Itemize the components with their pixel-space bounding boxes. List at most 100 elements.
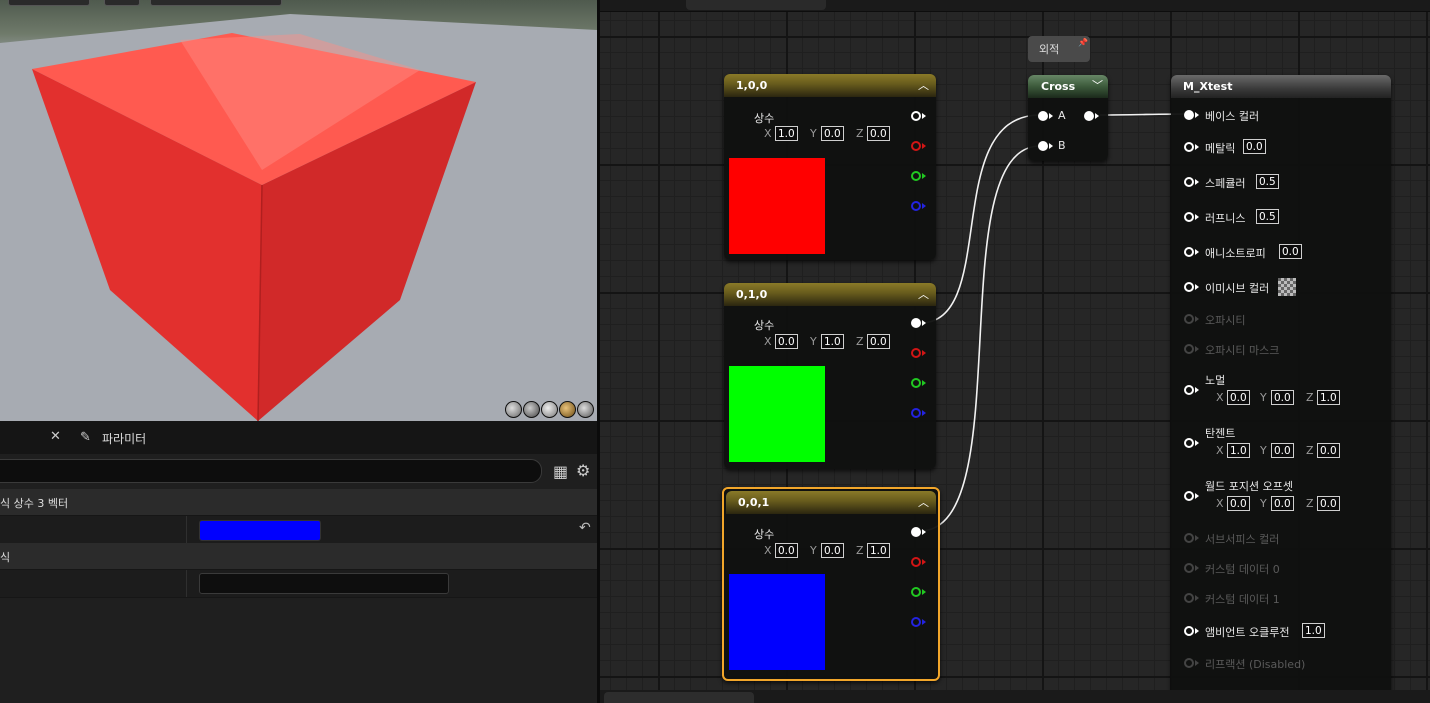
pin-arrow-icon — [1095, 113, 1099, 119]
specular-value-field[interactable]: 0.5 — [1256, 174, 1279, 189]
z-value-field[interactable]: 0.0 — [867, 126, 890, 141]
sphere-preview-icon[interactable] — [523, 401, 540, 418]
pin-comment-icon[interactable]: 📌 — [1078, 38, 1088, 47]
x-value-field[interactable]: 0.0 — [775, 334, 798, 349]
column-divider[interactable] — [186, 570, 187, 597]
gear-icon[interactable]: ⚙ — [576, 461, 590, 480]
wpo-z-field[interactable]: 0.0 — [1317, 496, 1340, 511]
output-pin[interactable] — [1084, 111, 1094, 121]
normal-x-field[interactable]: 0.0 — [1227, 390, 1250, 405]
bottom-tab[interactable] — [604, 692, 754, 703]
normal-z-field[interactable]: 1.0 — [1317, 390, 1340, 405]
node-header[interactable]: 1,0,0 ︿ — [724, 74, 936, 97]
world-position-offset-label: 월드 포지션 오프셋 — [1205, 480, 1293, 493]
output-label: 상수 — [754, 319, 775, 332]
pin-arrow-icon — [1195, 535, 1199, 541]
cross-product-node[interactable]: Cross ﹀ A B — [1028, 75, 1108, 161]
constant-color-swatch[interactable] — [199, 520, 321, 541]
column-divider[interactable] — [186, 516, 187, 543]
rgb-output-pin[interactable] — [911, 111, 921, 121]
y-value-field[interactable]: 0.0 — [821, 126, 844, 141]
property-row-description — [0, 570, 597, 598]
ambient-occlusion-value-field[interactable]: 1.0 — [1302, 623, 1325, 638]
wpo-x-field[interactable]: 0.0 — [1227, 496, 1250, 511]
tangent-z-field[interactable]: 0.0 — [1317, 443, 1340, 458]
tangent-y-field[interactable]: 0.0 — [1271, 443, 1294, 458]
reset-to-default-icon[interactable]: ↶ — [579, 520, 591, 536]
rgb-output-pin[interactable] — [911, 527, 921, 537]
rgb-output-pin[interactable] — [911, 318, 921, 328]
emissive-color-pin[interactable] — [1184, 282, 1194, 292]
collapse-chevron-icon[interactable]: ︿ — [918, 77, 929, 93]
ambient-occlusion-pin[interactable] — [1184, 626, 1194, 636]
g-output-pin[interactable] — [911, 171, 921, 181]
material-result-node[interactable]: M_Xtest 베이스 컬러 메탈릭 0.0 스페큘러 0.5 러프니스 0.5… — [1171, 75, 1391, 703]
pin-arrow-icon — [1195, 144, 1199, 150]
z-value-field[interactable]: 0.0 — [867, 334, 890, 349]
tab-parameters[interactable]: 파라미터 — [102, 430, 146, 447]
y-value-field[interactable]: 0.0 — [821, 543, 844, 558]
base-color-pin[interactable] — [1184, 110, 1194, 120]
details-search-input[interactable] — [0, 459, 542, 483]
anisotropy-pin[interactable] — [1184, 247, 1194, 257]
material-graph-canvas[interactable]: 1,0,0 ︿ 상수 X 1.0 Y 0.0 Z 0.0 0,1,0 ︿ 상수 … — [600, 0, 1430, 703]
tangent-x-field[interactable]: 1.0 — [1227, 443, 1250, 458]
collapse-chevron-icon[interactable]: ︿ — [918, 494, 929, 510]
b-output-pin[interactable] — [911, 408, 921, 418]
b-output-pin[interactable] — [911, 617, 921, 627]
tangent-pin[interactable] — [1184, 438, 1194, 448]
b-output-pin[interactable] — [911, 201, 921, 211]
specular-pin[interactable] — [1184, 177, 1194, 187]
pin-arrow-icon — [1195, 628, 1199, 634]
table-view-icon[interactable]: ▦ — [553, 462, 568, 481]
close-icon[interactable]: ✕ — [50, 429, 61, 444]
pin-arrow-icon — [1195, 493, 1199, 499]
g-output-pin[interactable] — [911, 587, 921, 597]
normal-pin[interactable] — [1184, 385, 1194, 395]
normal-y-field[interactable]: 0.0 — [1271, 390, 1294, 405]
roughness-value-field[interactable]: 0.5 — [1256, 209, 1279, 224]
pin-arrow-icon — [922, 173, 926, 179]
g-output-pin[interactable] — [911, 378, 921, 388]
wpo-y-field[interactable]: 0.0 — [1271, 496, 1294, 511]
node-header[interactable]: M_Xtest — [1171, 75, 1391, 98]
color-preview — [729, 158, 825, 254]
world-position-offset-pin[interactable] — [1184, 491, 1194, 501]
refraction-pin — [1184, 658, 1194, 668]
graph-bottom-bar — [600, 690, 1430, 703]
plane-preview-icon[interactable] — [541, 401, 558, 418]
description-text-field[interactable] — [199, 573, 449, 594]
cylinder-preview-icon[interactable] — [505, 401, 522, 418]
x-value-field[interactable]: 1.0 — [775, 126, 798, 141]
constant3vector-node-3[interactable]: 0,0,1 ︿ 상수 X 0.0 Y 0.0 Z 1.0 — [722, 487, 940, 681]
metallic-pin[interactable] — [1184, 142, 1194, 152]
material-preview-viewport[interactable] — [0, 0, 597, 421]
r-output-pin[interactable] — [911, 141, 921, 151]
roughness-label: 러프니스 — [1205, 212, 1246, 225]
input-a-pin[interactable] — [1038, 111, 1048, 121]
teapot-preview-icon[interactable] — [577, 401, 594, 418]
x-value-field[interactable]: 0.0 — [775, 543, 798, 558]
collapse-chevron-icon[interactable]: ︿ — [918, 286, 929, 302]
node-header[interactable]: 0,1,0 ︿ — [724, 283, 936, 306]
roughness-pin[interactable] — [1184, 212, 1194, 222]
r-output-pin[interactable] — [911, 557, 921, 567]
anisotropy-value-field[interactable]: 0.0 — [1279, 244, 1302, 259]
collapse-chevron-icon[interactable]: ﹀ — [1092, 77, 1103, 93]
category-row-constant3vector[interactable]: 식 상수 3 벡터 — [0, 489, 597, 516]
checker-swatch-icon[interactable] — [1278, 278, 1296, 296]
r-output-pin[interactable] — [911, 348, 921, 358]
z-value-field[interactable]: 1.0 — [867, 543, 890, 558]
node-header[interactable]: 0,0,1 ︿ — [726, 491, 936, 514]
cube-preview-icon[interactable] — [559, 401, 576, 418]
category-row-expression[interactable]: 식 — [0, 543, 597, 570]
axis-z-label: Z — [856, 127, 864, 140]
node-comment-bubble[interactable]: 외적 📌 — [1028, 36, 1090, 62]
y-value-field[interactable]: 1.0 — [821, 334, 844, 349]
pin-arrow-icon — [1195, 440, 1199, 446]
input-b-pin[interactable] — [1038, 141, 1048, 151]
metallic-value-field[interactable]: 0.0 — [1243, 139, 1266, 154]
constant3vector-node-2[interactable]: 0,1,0 ︿ 상수 X 0.0 Y 1.0 Z 0.0 — [724, 283, 936, 469]
constant3vector-node-1[interactable]: 1,0,0 ︿ 상수 X 1.0 Y 0.0 Z 0.0 — [724, 74, 936, 260]
node-header[interactable]: Cross ﹀ — [1028, 75, 1108, 98]
